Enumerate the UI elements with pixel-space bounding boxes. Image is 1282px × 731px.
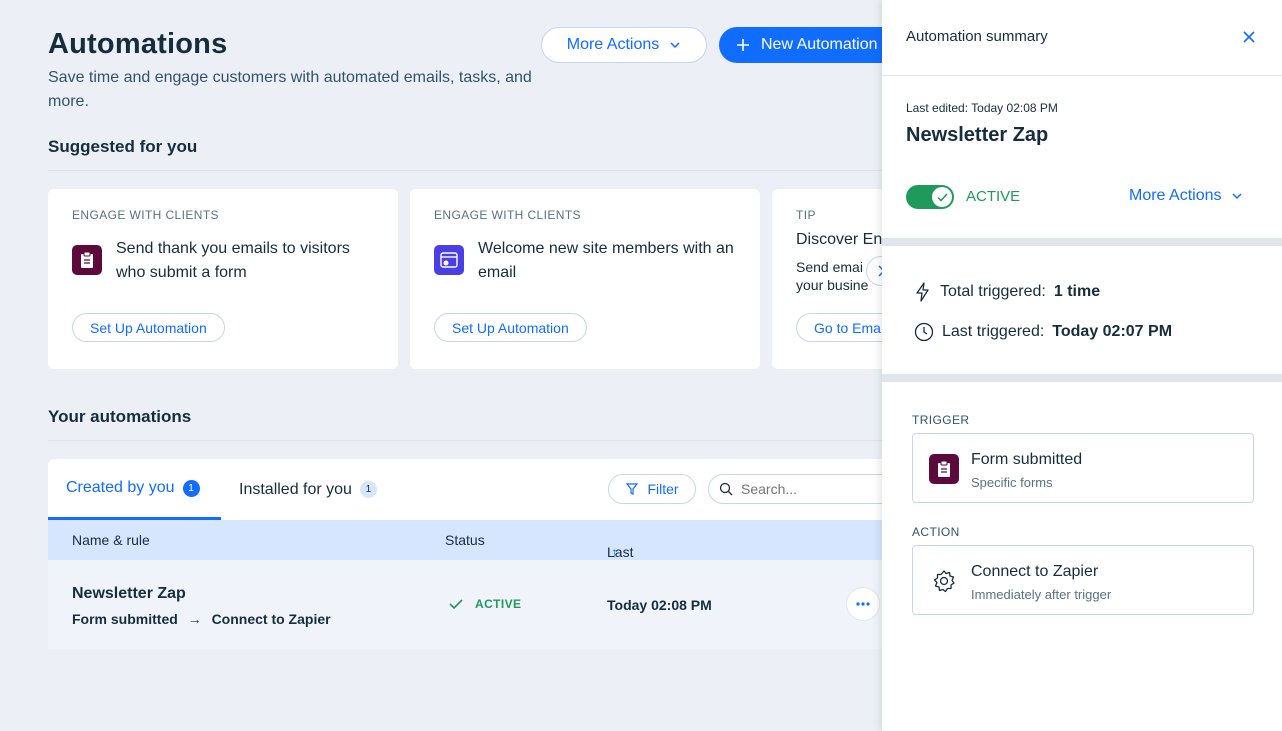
member-window-icon: [434, 245, 464, 275]
tab-installed-for-you[interactable]: Installed for you 1: [239, 459, 377, 520]
set-up-automation-button[interactable]: Set Up Automation: [72, 313, 225, 342]
go-to-email-button[interactable]: Go to Ema: [796, 313, 892, 342]
automation-rule: Form submitted → Connect to Zapier: [72, 611, 331, 627]
summary-status: ACTIVE: [966, 188, 1021, 205]
card-text: Welcome new site members with an email: [478, 240, 734, 281]
automations-divider: [48, 440, 888, 441]
your-automations-title: Your automations: [48, 407, 192, 426]
lightning-icon: [916, 282, 929, 302]
suggestion-card-welcome: ENGAGE WITH CLIENTS Welcome new site mem…: [410, 189, 760, 369]
summary-header-title: Automation summary: [906, 28, 1048, 45]
trigger-eyebrow: TRIGGER: [912, 413, 970, 427]
more-actions-button[interactable]: More Actions: [541, 27, 707, 63]
tab-count-badge: 1: [182, 479, 200, 497]
table-header: Name & rule Status Last edited ↑: [48, 520, 888, 576]
arrow-right-icon: →: [187, 611, 202, 627]
summary-last-edited: Last edited: Today 02:08 PM: [906, 101, 1058, 115]
automation-summary-panel: Automation summary Last edited: Today 02…: [882, 0, 1282, 731]
summary-more-actions-button[interactable]: More Actions: [1129, 187, 1243, 205]
card-eyebrow: ENGAGE WITH CLIENTS: [434, 208, 581, 222]
summary-more-actions-label: More Actions: [1129, 187, 1222, 204]
clipboard-icon: [72, 245, 102, 275]
sort-arrow-icon: ↑: [611, 544, 618, 560]
last-triggered-label: Last triggered:: [942, 323, 1045, 340]
close-icon: [1243, 31, 1255, 43]
filter-icon: [626, 483, 639, 495]
section-separator: [882, 374, 1282, 382]
chevron-down-icon: [1232, 193, 1243, 200]
page-subtitle: Save time and engage customers with auto…: [48, 69, 532, 110]
search-icon: [719, 482, 733, 496]
tab-label: Created by you: [66, 479, 175, 496]
more-dots-icon: [856, 602, 870, 606]
clock-icon: [914, 322, 934, 342]
chevron-down-icon: [670, 42, 680, 49]
last-triggered-value: Today 02:07 PM: [1052, 323, 1173, 340]
action-box[interactable]: Connect to Zapier Immediately after trig…: [912, 545, 1254, 615]
summary-header: Automation summary: [882, 0, 1282, 76]
tab-label: Installed for you: [239, 480, 352, 498]
gear-icon: [929, 566, 959, 596]
close-button[interactable]: [1238, 26, 1260, 48]
trigger-box[interactable]: Form submitted Specific forms: [912, 433, 1254, 503]
card-text: Send thank you emails to visitors who su…: [116, 240, 350, 281]
table-row[interactable]: Newsletter Zap Form submitted → Connect …: [48, 560, 888, 649]
tab-created-by-you[interactable]: Created by you 1: [48, 459, 221, 520]
check-icon: [936, 192, 948, 202]
row-more-button[interactable]: [846, 587, 880, 621]
search-box: [708, 474, 888, 504]
filter-label: Filter: [647, 481, 679, 497]
suggested-divider: [48, 170, 888, 171]
action-subtitle: Immediately after trigger: [971, 587, 1112, 602]
trigger-title: Form submitted: [971, 451, 1083, 468]
check-icon: [449, 599, 463, 610]
trigger-subtitle: Specific forms: [971, 475, 1053, 490]
automations-table: Created by you 1 Installed for you 1 Fil…: [48, 459, 888, 649]
toggle-knob: [932, 187, 952, 207]
automation-name: Newsletter Zap: [72, 585, 186, 602]
filter-button[interactable]: Filter: [608, 474, 696, 504]
clipboard-icon: [929, 454, 959, 484]
rule-action: Connect to Zapier: [211, 611, 331, 627]
suggestion-card-thank-you: ENGAGE WITH CLIENTS Send thank you email…: [48, 189, 398, 369]
section-separator: [882, 238, 1282, 246]
tip-text-line: Send emai: [796, 259, 863, 275]
status-cell: ACTIVE: [449, 597, 521, 611]
status-badge: ACTIVE: [475, 597, 522, 611]
plus-icon: [737, 39, 749, 51]
active-toggle[interactable]: [906, 185, 954, 209]
action-title: Connect to Zapier: [971, 563, 1099, 580]
card-eyebrow: TIP: [796, 208, 816, 222]
total-triggered: Total triggered: 1 time: [914, 282, 1100, 302]
set-up-automation-button[interactable]: Set Up Automation: [434, 313, 587, 342]
total-triggered-label: Total triggered:: [940, 283, 1046, 300]
column-header-name[interactable]: Name & rule: [72, 532, 150, 548]
tip-title: Discover En: [796, 231, 883, 248]
action-eyebrow: ACTION: [912, 525, 960, 539]
last-triggered: Last triggered: Today 02:07 PM: [914, 322, 1172, 342]
search-input[interactable]: [741, 481, 871, 497]
tip-text-line: your busine: [796, 277, 869, 293]
total-triggered-value: 1 time: [1053, 283, 1101, 300]
card-eyebrow: ENGAGE WITH CLIENTS: [72, 208, 219, 222]
suggested-title: Suggested for you: [48, 137, 198, 156]
summary-automation-name: Newsletter Zap: [906, 124, 1049, 146]
more-actions-label: More Actions: [566, 36, 660, 53]
tip-text: Send emai your busine: [796, 258, 868, 294]
page-title: Automations: [48, 28, 228, 60]
tab-count-badge: 1: [359, 481, 377, 498]
column-header-status[interactable]: Status: [445, 532, 485, 548]
last-edited-cell: Today 02:08 PM: [607, 597, 712, 613]
new-automation-label: New Automation: [761, 36, 878, 53]
rule-trigger: Form submitted: [72, 611, 178, 627]
